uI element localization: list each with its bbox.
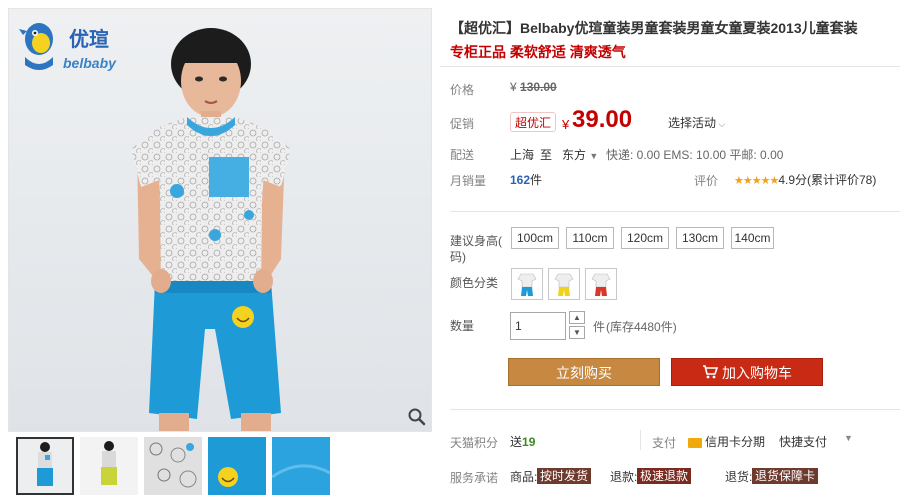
rating-stars-icon: ★★★★★	[734, 175, 779, 187]
height-option-130[interactable]: 130cm	[676, 227, 724, 249]
height-option-140[interactable]: 140cm	[731, 227, 774, 249]
thumbnail-4[interactable]	[208, 437, 266, 495]
promo-price: 39.00	[572, 106, 633, 133]
credit-card-icon	[688, 437, 702, 448]
monthly-sales: 162件	[510, 171, 542, 188]
rating-score: 4.9分	[778, 173, 807, 187]
height-option-110[interactable]: 110cm	[566, 227, 614, 249]
divider	[450, 211, 900, 212]
price-label: 价格	[450, 83, 475, 97]
quantity-decrease-button[interactable]: ▼	[569, 326, 585, 339]
quick-pay[interactable]: 快捷支付	[779, 433, 827, 450]
promo-select-prefix: 选择	[668, 116, 693, 130]
shipping-label: 配送	[450, 148, 475, 162]
color-swatch-blue[interactable]	[511, 268, 543, 300]
shipping-destination: 东方	[562, 148, 587, 162]
points-label: 天猫积分	[450, 436, 499, 450]
product-title: 【超优汇】Belbaby优瑄童装男童套装男童女童夏装2013儿童套装	[450, 20, 858, 36]
brand-name-en: belbaby	[63, 55, 116, 71]
service-goods-label: 商品:	[510, 470, 538, 484]
quantity-increase-button[interactable]: ▲	[569, 311, 585, 324]
divider	[640, 430, 641, 450]
promo-badge: 超优汇	[510, 112, 556, 132]
monthly-sales-unit: 件	[530, 173, 543, 187]
rating-summary[interactable]: ★★★★★4.9分(累计评价78)	[734, 171, 876, 188]
currency-symbol: ¥	[510, 80, 517, 94]
add-to-cart-label: 加入购物车	[722, 365, 792, 381]
product-subtitle: 专柜正品 柔软舒适 清爽透气	[450, 44, 626, 60]
brand-logo: 优瑄 belbaby	[17, 17, 127, 77]
add-to-cart-button[interactable]: 加入购物车	[671, 358, 823, 386]
service-return-badge[interactable]: 极速退款	[637, 468, 692, 484]
shipping-to-prefix: 至	[540, 148, 553, 162]
main-product-image[interactable]: 优瑄 belbaby	[8, 8, 432, 432]
quantity-input[interactable]: 1	[510, 312, 566, 340]
service-return-label: 退款:	[610, 470, 638, 484]
service-exchange-badge[interactable]: 退货保障卡	[752, 468, 819, 484]
service-label: 服务承诺	[450, 471, 499, 485]
buy-now-button[interactable]: 立刻购买	[508, 358, 660, 386]
thumbnail-5[interactable]	[272, 437, 330, 495]
dolphin-mascot-icon	[19, 23, 53, 70]
cart-icon	[702, 360, 719, 388]
service-goods-badge[interactable]: 按时发货	[537, 468, 592, 484]
chevron-down-icon: ⌵	[716, 119, 726, 129]
stock-count: (库存4480件)	[606, 320, 677, 334]
height-option-120[interactable]: 120cm	[621, 227, 669, 249]
caret-down-icon[interactable]: ▼	[844, 433, 853, 443]
thumbnail-2[interactable]	[80, 437, 138, 495]
thumbnail-1[interactable]	[16, 437, 74, 495]
color-swatch-red[interactable]	[585, 268, 617, 300]
promo-currency: ¥	[562, 117, 570, 132]
monthly-sales-label: 月销量	[450, 174, 487, 188]
thumbnail-3[interactable]	[144, 437, 202, 495]
points: 送19	[510, 433, 535, 450]
brand-name-cn: 优瑄	[69, 27, 109, 51]
quantity-label: 数量	[450, 319, 475, 333]
promo-label: 促销	[450, 117, 475, 131]
payment-label: 支付	[652, 436, 677, 450]
points-value: 19	[522, 435, 536, 449]
points-prefix: 送	[510, 435, 523, 449]
original-price: ¥ 130.00	[510, 80, 557, 94]
shipping-fees: 快递: 0.00 EMS: 10.00 平邮: 0.00	[606, 148, 784, 162]
monthly-sales-count: 162	[510, 173, 531, 187]
height-option-100[interactable]: 100cm	[511, 227, 559, 249]
shipping-destination-select[interactable]: 东方 ▼	[562, 146, 598, 163]
thumbnail-strip	[8, 437, 432, 497]
service-exchange-label: 退货:	[725, 470, 753, 484]
divider	[440, 66, 900, 67]
credit-installment[interactable]: 信用卡分期	[688, 433, 765, 450]
divider	[450, 409, 900, 410]
shipping-from: 上海	[510, 148, 535, 162]
original-price-value: 130.00	[520, 80, 557, 94]
promo-select-label: 活动	[692, 116, 717, 130]
rating-label: 评价	[694, 174, 719, 188]
color-swatch-yellow[interactable]	[548, 268, 580, 300]
color-label: 颜色分类	[450, 276, 499, 290]
credit-installment-label: 信用卡分期	[705, 435, 766, 449]
caret-down-icon: ▼	[589, 151, 599, 161]
promo-activity-select[interactable]: 选择活动 ⌵	[668, 114, 725, 131]
quantity-unit: 件	[593, 320, 606, 334]
height-label-line1: 建议身高(	[450, 234, 502, 248]
height-label-line2: 码)	[450, 250, 466, 264]
rating-count: (累计评价78)	[807, 173, 877, 187]
zoom-icon[interactable]	[407, 407, 427, 427]
